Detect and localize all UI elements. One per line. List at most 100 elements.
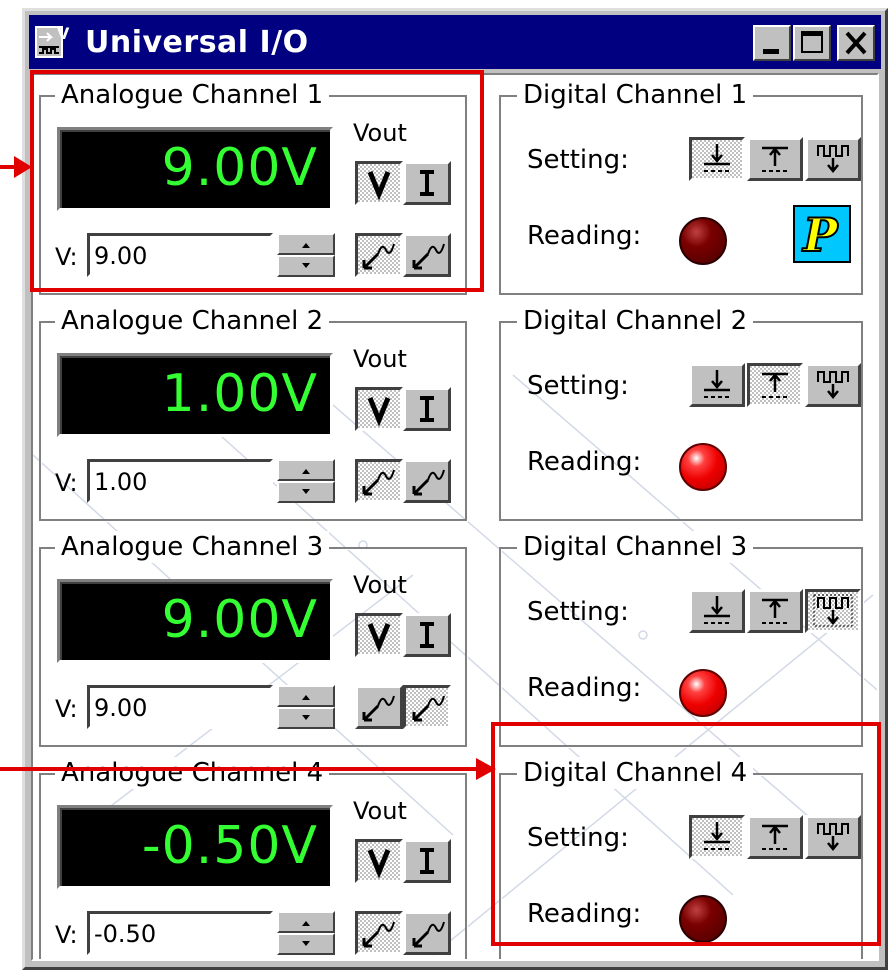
setting-low-icon (704, 370, 730, 398)
minimize-button[interactable] (753, 25, 791, 61)
voltage-input[interactable]: 9.00 (87, 685, 273, 729)
ramp-up-icon (362, 921, 395, 948)
ramp-up-button[interactable] (355, 685, 403, 729)
setting-high-button[interactable] (747, 137, 803, 181)
voltage-input[interactable]: 9.00 (87, 233, 273, 277)
spin-down-button[interactable] (277, 707, 335, 729)
reading-label: Reading: (527, 899, 642, 929)
spin-down-icon (302, 941, 310, 946)
universal-io-window: V Universal I/O Analogue Channel 1 9.00V… (22, 8, 888, 970)
current-mode-button[interactable] (403, 161, 451, 205)
reading-led (679, 895, 727, 943)
analogue-channel-title: Analogue Channel 3 (55, 531, 330, 563)
voltage-spinner[interactable] (277, 685, 335, 729)
maximize-icon (801, 31, 823, 53)
spin-down-button[interactable] (277, 255, 335, 277)
analogue-channel-title: Analogue Channel 2 (55, 305, 330, 337)
setting-pulse-button[interactable] (805, 137, 861, 181)
voltage-mode-button[interactable] (355, 387, 403, 431)
setting-label: Setting: (527, 823, 629, 853)
setting-low-button[interactable] (689, 815, 745, 859)
ramp-down-icon (412, 243, 445, 270)
voltage-v-icon (367, 171, 391, 201)
setting-high-button[interactable] (747, 363, 803, 407)
reading-led (679, 443, 727, 491)
spin-down-button[interactable] (277, 933, 335, 955)
setting-low-button[interactable] (689, 589, 745, 633)
setting-high-button[interactable] (747, 589, 803, 633)
voltage-mode-button[interactable] (355, 613, 403, 657)
setting-label: Setting: (527, 145, 629, 175)
close-button[interactable] (837, 25, 875, 61)
voltage-display: 9.00V (57, 127, 333, 211)
voltage-spinner[interactable] (277, 459, 335, 503)
spin-down-button[interactable] (277, 481, 335, 503)
ramp-down-icon (412, 921, 445, 948)
setting-high-button[interactable] (747, 815, 803, 859)
setting-high-icon (762, 598, 788, 624)
digital-channel-title: Digital Channel 4 (517, 757, 754, 789)
v-label: V: (55, 921, 78, 949)
reading-led (679, 217, 727, 265)
spin-down-icon (302, 489, 310, 494)
spin-up-button[interactable] (277, 911, 335, 933)
digital-channel-4: Digital Channel 4 Setting: Reading: (499, 757, 863, 959)
spin-up-button[interactable] (277, 233, 335, 255)
ramp-up-button[interactable] (355, 459, 403, 503)
setting-pulse-button[interactable] (805, 815, 861, 859)
spin-up-icon (302, 243, 310, 248)
ramp-down-button[interactable] (403, 233, 451, 277)
setting-high-icon (762, 824, 788, 850)
current-mode-button[interactable] (403, 613, 451, 657)
maximize-button[interactable] (793, 25, 831, 61)
voltage-input[interactable]: 1.00 (87, 459, 273, 503)
reading-label: Reading: (527, 447, 642, 477)
title-bar[interactable]: V Universal I/O (29, 15, 881, 69)
setting-low-button[interactable] (689, 363, 745, 407)
setting-low-icon (704, 144, 730, 172)
svg-text:P: P (801, 208, 839, 261)
voltage-display: 9.00V (57, 579, 333, 663)
setting-label: Setting: (527, 371, 629, 401)
setting-pulse-icon (817, 145, 849, 173)
ramp-up-button[interactable] (355, 911, 403, 955)
window-title: Universal I/O (85, 25, 309, 60)
spin-up-button[interactable] (277, 459, 335, 481)
setting-pulse-button[interactable] (805, 363, 861, 407)
ramp-down-button[interactable] (403, 911, 451, 955)
ramp-down-button[interactable] (403, 685, 451, 729)
digital-channel-3: Digital Channel 3 Setting: Reading: (499, 531, 863, 747)
digital-channel-title: Digital Channel 2 (517, 305, 754, 337)
analogue-channel-3: Analogue Channel 3 9.00V Vout V: 9.00 (39, 531, 467, 747)
voltage-readout: 9.00V (161, 590, 318, 650)
reading-label: Reading: (527, 673, 642, 703)
voltage-mode-button[interactable] (355, 161, 403, 205)
spin-up-icon (302, 921, 310, 926)
analogue-channel-title: Analogue Channel 1 (55, 79, 330, 111)
ramp-up-button[interactable] (355, 233, 403, 277)
current-i-icon (420, 170, 434, 196)
voltage-spinner[interactable] (277, 911, 335, 955)
setting-pulse-icon (817, 823, 849, 851)
voltage-input[interactable]: -0.50 (87, 911, 273, 955)
vout-label: Vout (353, 345, 407, 373)
setting-pulse-icon (813, 594, 853, 627)
digital-channel-title: Digital Channel 3 (517, 531, 754, 563)
voltage-mode-button[interactable] (355, 839, 403, 883)
close-icon (845, 31, 867, 55)
setting-low-icon (704, 596, 730, 624)
setting-low-button[interactable] (689, 137, 745, 181)
setting-low-icon (704, 822, 730, 850)
setting-pulse-button[interactable] (805, 589, 861, 633)
spin-down-icon (302, 263, 310, 268)
vout-label: Vout (353, 119, 407, 147)
current-mode-button[interactable] (403, 839, 451, 883)
analogue-channel-title: Analogue Channel 4 (55, 757, 330, 789)
voltage-spinner[interactable] (277, 233, 335, 277)
spin-up-button[interactable] (277, 685, 335, 707)
reading-led (679, 669, 727, 717)
spin-down-icon (302, 715, 310, 720)
voltage-readout: -0.50V (141, 816, 318, 876)
ramp-down-button[interactable] (403, 459, 451, 503)
current-mode-button[interactable] (403, 387, 451, 431)
